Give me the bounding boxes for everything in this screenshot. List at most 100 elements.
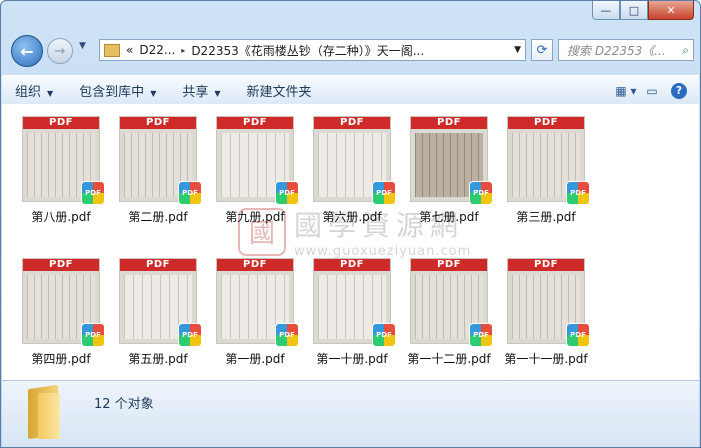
pdf-thumbnail[interactable]: PDF PDF [119, 258, 202, 347]
pdf-thumbnail[interactable]: PDF PDF [410, 258, 493, 347]
pdf-band-label: PDF [314, 117, 390, 129]
share-menu[interactable]: 共享 ▼ [169, 81, 233, 100]
pdf-thumbnail[interactable]: PDF PDF [22, 116, 105, 205]
pdf-thumbnail[interactable]: PDF PDF [22, 258, 105, 347]
search-input[interactable]: 搜索 D22353《... ⌕ [558, 39, 694, 61]
file-name[interactable]: 第七册.pdf [402, 208, 496, 225]
chevron-down-icon: ▼ [47, 89, 54, 98]
item-count: 12 个对象 [94, 397, 154, 412]
view-options-icon[interactable]: ▦ ▾ [613, 81, 639, 101]
pdf-app-icon: PDF [469, 181, 493, 205]
pdf-band-label: PDF [508, 259, 584, 271]
command-bar: 组织 ▼ 包含到库中 ▼ 共享 ▼ 新建文件夹 ▦ ▾ ▭ ? [2, 75, 699, 106]
new-folder-label: 新建文件夹 [246, 85, 312, 100]
file-name[interactable]: 第一十一册.pdf [499, 350, 593, 367]
file-item[interactable]: PDF PDF 第一十一册.pdf [499, 258, 593, 367]
maximize-button[interactable]: □ [620, 1, 648, 20]
file-item[interactable]: PDF PDF 第一十二册.pdf [402, 258, 496, 367]
file-name[interactable]: 第五册.pdf [111, 350, 205, 367]
file-name[interactable]: 第六册.pdf [305, 208, 399, 225]
pdf-app-icon: PDF [275, 181, 299, 205]
pdf-band-label: PDF [23, 259, 99, 271]
close-button[interactable]: ✕ [648, 1, 694, 20]
pdf-thumbnail[interactable]: PDF PDF [313, 116, 396, 205]
file-item[interactable]: PDF PDF 第三册.pdf [499, 116, 593, 225]
file-name[interactable]: 第八册.pdf [14, 208, 108, 225]
pdf-app-icon: PDF [178, 181, 202, 205]
file-name[interactable]: 第四册.pdf [14, 350, 108, 367]
file-item[interactable]: PDF PDF 第六册.pdf [305, 116, 399, 225]
pdf-app-icon: PDF [178, 323, 202, 347]
address-bar[interactable]: « D22... ▸ D22353《花雨楼丛钞（存二种）》天一阁... ▼ [99, 39, 526, 61]
pdf-thumbnail[interactable]: PDF PDF [507, 116, 590, 205]
file-item[interactable]: PDF PDF 第一十册.pdf [305, 258, 399, 367]
chevron-down-icon: ▼ [214, 89, 221, 98]
organize-menu[interactable]: 组织 ▼ [2, 81, 66, 100]
file-item[interactable]: PDF PDF 第五册.pdf [111, 258, 205, 367]
file-item[interactable]: PDF PDF 第四册.pdf [14, 258, 108, 367]
new-folder-button[interactable]: 新建文件夹 [234, 81, 325, 100]
pdf-band-label: PDF [217, 259, 293, 271]
address-dropdown-icon[interactable]: ▼ [514, 45, 521, 55]
pdf-band-label: PDF [120, 117, 196, 129]
forward-button[interactable]: → [47, 38, 73, 64]
search-placeholder: 搜索 D22353《... [567, 43, 666, 58]
file-name[interactable]: 第一十册.pdf [305, 350, 399, 367]
file-name[interactable]: 第一十二册.pdf [402, 350, 496, 367]
organize-label: 组织 [15, 85, 42, 100]
folder-icon [24, 384, 68, 440]
pdf-app-icon: PDF [566, 323, 590, 347]
pdf-app-icon: PDF [372, 181, 396, 205]
help-icon[interactable]: ? [671, 82, 687, 99]
chevron-down-icon: ▼ [150, 89, 157, 98]
file-name[interactable]: 第二册.pdf [111, 208, 205, 225]
caption-buttons: — □ ✕ [592, 1, 694, 20]
pdf-band-label: PDF [411, 117, 487, 129]
file-item[interactable]: PDF PDF 第八册.pdf [14, 116, 108, 225]
refresh-button[interactable]: ⟳ [531, 39, 553, 61]
pdf-thumbnail[interactable]: PDF PDF [507, 258, 590, 347]
pdf-app-icon: PDF [566, 181, 590, 205]
preview-pane-icon[interactable]: ▭ [639, 81, 665, 101]
file-name[interactable]: 第九册.pdf [208, 208, 302, 225]
file-item[interactable]: PDF PDF 第二册.pdf [111, 116, 205, 225]
address-segment-parent[interactable]: D22... [139, 43, 175, 57]
pdf-thumbnail[interactable]: PDF PDF [313, 258, 396, 347]
search-icon[interactable]: ⌕ [682, 43, 689, 58]
pdf-band-label: PDF [217, 117, 293, 129]
minimize-button[interactable]: — [592, 1, 620, 20]
folder-icon [104, 43, 120, 57]
folder-front-shape [38, 393, 60, 439]
back-button[interactable]: ← [11, 35, 43, 67]
file-item[interactable]: PDF PDF 第七册.pdf [402, 116, 496, 225]
pdf-app-icon: PDF [469, 323, 493, 347]
file-list[interactable]: 國 國學資源網 www.guoxueziyuan.com PDF PDF 第八册.p… [2, 104, 699, 380]
include-in-library-menu[interactable]: 包含到库中 ▼ [66, 81, 169, 100]
pdf-thumbnail[interactable]: PDF PDF [410, 116, 493, 205]
file-name[interactable]: 第三册.pdf [499, 208, 593, 225]
pdf-band-label: PDF [23, 117, 99, 129]
address-segment-current[interactable]: D22353《花雨楼丛钞（存二种）》天一阁... [191, 42, 424, 59]
file-item[interactable]: PDF PDF 第九册.pdf [208, 116, 302, 225]
file-item[interactable]: PDF PDF 第一册.pdf [208, 258, 302, 367]
pdf-band-label: PDF [411, 259, 487, 271]
pdf-thumbnail[interactable]: PDF PDF [216, 116, 299, 205]
pdf-thumbnail[interactable]: PDF PDF [216, 258, 299, 347]
toolbar-right: ▦ ▾ ▭ ? [613, 81, 699, 101]
navigation-bar: ← → ▼ « D22... ▸ D22353《花雨楼丛钞（存二种）》天一阁..… [9, 35, 694, 67]
file-name[interactable]: 第一册.pdf [208, 350, 302, 367]
pdf-app-icon: PDF [81, 323, 105, 347]
explorer-window: — □ ✕ ← → ▼ « D22... ▸ D22353《花雨楼丛钞（存二种）… [0, 0, 701, 448]
pdf-band-label: PDF [508, 117, 584, 129]
chevron-right-icon[interactable]: ▸ [181, 46, 185, 55]
recent-pages-dropdown[interactable]: ▼ [79, 41, 86, 51]
address-overflow[interactable]: « [126, 43, 133, 57]
pdf-app-icon: PDF [372, 323, 396, 347]
status-bar: 12 个对象 [2, 380, 699, 447]
include-in-library-label: 包含到库中 [79, 85, 145, 100]
share-label: 共享 [182, 85, 209, 100]
pdf-band-label: PDF [314, 259, 390, 271]
pdf-band-label: PDF [120, 259, 196, 271]
pdf-thumbnail[interactable]: PDF PDF [119, 116, 202, 205]
watermark-url: www.guoxueziyuan.com [294, 244, 472, 259]
